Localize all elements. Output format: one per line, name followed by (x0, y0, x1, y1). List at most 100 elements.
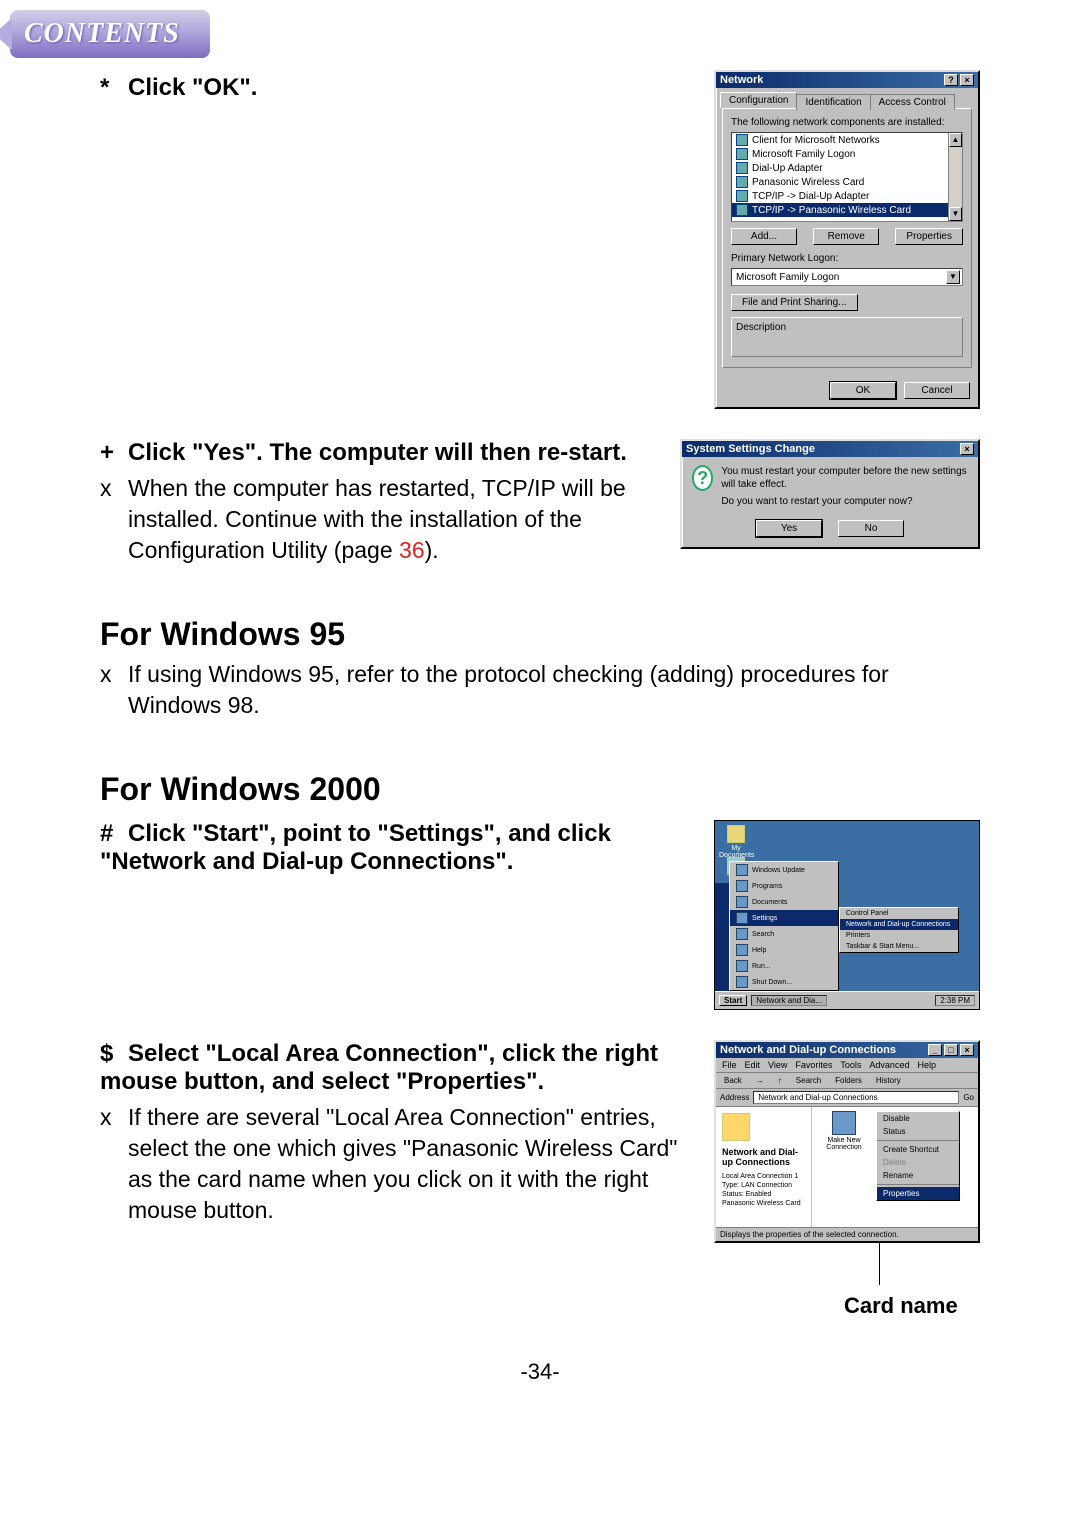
history-button[interactable]: History (872, 1075, 905, 1086)
maximize-button[interactable]: □ (944, 1044, 958, 1056)
ndc-titlebar: Network and Dial-up Connections _ □ × (716, 1042, 978, 1058)
scroll-up-icon[interactable]: ▲ (949, 133, 962, 147)
ctx-create-shortcut[interactable]: Create Shortcut (877, 1143, 959, 1156)
menu-help[interactable]: Help (917, 1060, 936, 1070)
taskbar-task[interactable]: Network and Dia... (751, 995, 827, 1006)
ssc-titlebar: System Settings Change × (682, 441, 978, 457)
close-button[interactable]: × (960, 74, 974, 86)
add-button[interactable]: Add... (731, 228, 797, 245)
ssc-title: System Settings Change (686, 443, 960, 455)
start-item: Windows Update (730, 862, 838, 878)
menu-edit[interactable]: Edit (745, 1060, 761, 1070)
component-item: Dial-Up Adapter (732, 161, 962, 175)
primary-logon-label: Primary Network Logon: (731, 253, 963, 264)
back-button[interactable]: Back (720, 1075, 746, 1086)
file-print-sharing-button[interactable]: File and Print Sharing... (731, 294, 858, 311)
menu-file[interactable]: File (722, 1060, 737, 1070)
scroll-down-icon[interactable]: ▼ (949, 207, 962, 221)
ndc-icon-area[interactable]: Make New Connection Local Area Connectio… (812, 1107, 978, 1227)
connection-make-new[interactable]: Make New Connection (816, 1111, 872, 1151)
folder-icon (727, 825, 745, 843)
ndc-left-pane: Network and Dial-up Connections Local Ar… (716, 1107, 812, 1227)
components-listbox[interactable]: Client for Microsoft Networks Microsoft … (731, 132, 963, 222)
win95-note: xIf using Windows 95, refer to the proto… (114, 659, 980, 721)
run-icon (736, 960, 748, 972)
no-button[interactable]: No (838, 520, 904, 537)
address-field[interactable]: Network and Dial-up Connections (753, 1091, 959, 1104)
start-menu[interactable]: Windows Update Programs Documents Settin… (729, 861, 839, 991)
forward-button[interactable]: → (752, 1075, 768, 1086)
tab-access-control[interactable]: Access Control (870, 94, 955, 110)
menu-favorites[interactable]: Favorites (795, 1060, 832, 1070)
ok-button[interactable]: OK (830, 382, 896, 399)
system-settings-change-dialog: System Settings Change × ? You must rest… (680, 439, 980, 549)
note-x: x (114, 1102, 128, 1133)
menu-view[interactable]: View (768, 1060, 787, 1070)
primary-logon-value: Microsoft Family Logon (736, 272, 839, 283)
step-select-lac: $Select "Local Area Connection", click t… (100, 1040, 694, 1096)
yes-button[interactable]: Yes (756, 520, 822, 537)
ndc-left-kv: Local Area Connection 1 (722, 1173, 805, 1180)
start-button[interactable]: Start (719, 995, 747, 1006)
submenu-item: Taskbar & Start Menu... (840, 941, 958, 952)
ssc-message: You must restart your computer before th… (721, 465, 968, 508)
go-button[interactable]: Go (963, 1093, 974, 1102)
ndc-title: Network and Dial-up Connections (720, 1044, 928, 1056)
settings-icon (736, 912, 748, 924)
primary-logon-combo[interactable]: Microsoft Family Logon ▼ (731, 268, 963, 286)
minimize-button[interactable]: _ (928, 1044, 942, 1056)
marker-dollar: $ (100, 1040, 128, 1068)
make-new-connection-icon (832, 1111, 856, 1135)
page-36-link[interactable]: 36 (399, 537, 425, 563)
network-dialog-title: Network (720, 74, 944, 86)
start-item: Run... (730, 958, 838, 974)
network-dialog: Network ? × Configuration Identification… (714, 70, 980, 409)
ctx-disable[interactable]: Disable (877, 1112, 959, 1125)
folders-button[interactable]: Folders (831, 1075, 866, 1086)
adapter-icon (736, 176, 748, 188)
tab-identification[interactable]: Identification (796, 94, 870, 110)
protocol-icon (736, 204, 748, 216)
component-item: Microsoft Family Logon (732, 147, 962, 161)
protocol-icon (736, 190, 748, 202)
windows-update-icon (736, 864, 748, 876)
context-menu[interactable]: Disable Status Create Shortcut Delete Re… (876, 1111, 960, 1201)
properties-button[interactable]: Properties (895, 228, 963, 245)
remove-button[interactable]: Remove (813, 228, 879, 245)
network-dialup-window: Network and Dial-up Connections _ □ × Fi… (714, 1040, 980, 1243)
search-button[interactable]: Search (792, 1075, 825, 1086)
ndc-menubar[interactable]: File Edit View Favorites Tools Advanced … (716, 1058, 978, 1073)
ndc-toolbar[interactable]: Back → ↑ Search Folders History (716, 1073, 978, 1089)
marker-asterisk: * (100, 74, 128, 102)
heading-windows-95: For Windows 95 (100, 616, 980, 653)
contents-badge[interactable]: CONTENTS (10, 10, 210, 58)
menu-advanced[interactable]: Advanced (869, 1060, 909, 1070)
menu-tools[interactable]: Tools (840, 1060, 861, 1070)
taskbar[interactable]: Start Network and Dia... 2:38 PM (715, 991, 979, 1009)
contents-label: CONTENTS (24, 18, 180, 50)
ndc-addressbar[interactable]: Address Network and Dial-up Connections … (716, 1089, 978, 1107)
cancel-button[interactable]: Cancel (904, 382, 970, 399)
ctx-rename[interactable]: Rename (877, 1169, 959, 1182)
page-number: -34- (100, 1359, 980, 1385)
close-button[interactable]: × (960, 1044, 974, 1056)
settings-submenu[interactable]: Control Panel Network and Dial-up Connec… (839, 907, 959, 953)
ctx-properties[interactable]: Properties (877, 1187, 959, 1200)
question-icon: ? (692, 465, 713, 491)
step-click-yes: +Click "Yes". The computer will then re-… (100, 439, 660, 467)
submenu-item: Control Panel (840, 908, 958, 919)
note-x: x (114, 473, 128, 504)
desktop-icon-my-documents[interactable]: My Documents (719, 825, 753, 859)
start-item: Documents (730, 894, 838, 910)
close-button[interactable]: × (960, 443, 974, 455)
address-label: Address (720, 1093, 749, 1102)
help-button[interactable]: ? (944, 74, 958, 86)
chevron-down-icon[interactable]: ▼ (946, 270, 960, 284)
ctx-status[interactable]: Status (877, 1125, 959, 1138)
marker-plus: + (100, 439, 128, 467)
tab-configuration[interactable]: Configuration (720, 92, 797, 108)
client-icon (736, 134, 748, 146)
up-button[interactable]: ↑ (774, 1075, 786, 1086)
step-yes-note: xWhen the computer has restarted, TCP/IP… (114, 473, 660, 566)
listbox-scrollbar[interactable]: ▲ ▼ (948, 133, 962, 221)
